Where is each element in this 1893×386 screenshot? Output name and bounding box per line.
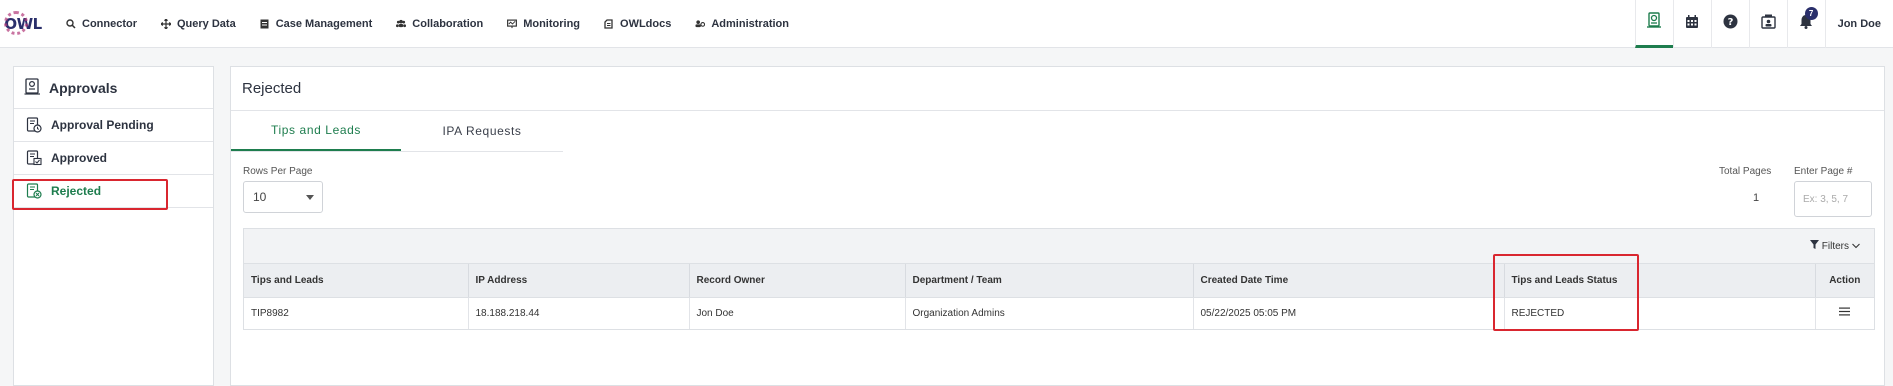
rows-per-page-value: 10: [253, 190, 267, 204]
main-nav: Connector Query Data Case Management Col…: [66, 0, 813, 48]
owl-logo[interactable]: OWL: [0, 0, 46, 48]
filter-bar: Filters: [244, 229, 1874, 264]
column-header: Action: [1815, 264, 1874, 298]
sidebar-item-rejected[interactable]: Rejected: [14, 175, 213, 208]
total-pages-value: 1: [1753, 192, 1760, 204]
move-icon: [161, 18, 171, 29]
nav-label: Case Management: [275, 17, 373, 30]
contacts-button[interactable]: [1748, 0, 1787, 48]
page-title: Rejected: [231, 67, 1884, 111]
nav-monitoring[interactable]: Monitoring: [507, 18, 580, 30]
enter-page-input[interactable]: [1794, 181, 1872, 217]
hamburger-menu-icon[interactable]: [1839, 307, 1851, 319]
column-header[interactable]: Record Owner: [689, 264, 906, 298]
table-row[interactable]: TIP8982 18.188.218.44 Jon Doe Organizati…: [244, 297, 1874, 329]
nav-connector[interactable]: Connector: [66, 18, 137, 30]
approvals-icon: [24, 77, 41, 98]
sidebar-item-approval-pending[interactable]: Approval Pending: [14, 109, 213, 142]
nav-label: Connector: [82, 17, 137, 30]
cell-record-owner: Jon Doe: [689, 297, 906, 329]
cell-tip-id: TIP8982: [244, 297, 469, 329]
total-pages-label: Total Pages: [1719, 166, 1772, 177]
cell-action[interactable]: [1815, 297, 1874, 329]
cell-status: REJECTED: [1504, 297, 1816, 329]
nav-case-management[interactable]: Case Management: [260, 17, 373, 30]
cell-created-date: 05/22/2025 05:05 PM: [1193, 297, 1505, 329]
cell-department: Organization Admins: [905, 297, 1194, 329]
rejected-document-icon: [26, 183, 42, 199]
nav-label: OWLdocs: [620, 17, 672, 30]
tab-ipa-requests[interactable]: IPA Requests: [401, 111, 563, 151]
sidebar-item-label: Approved: [51, 151, 108, 165]
tab-tips-and-leads[interactable]: Tips and Leads: [231, 111, 401, 151]
nav-administration[interactable]: Administration: [695, 18, 789, 30]
tab-bar: Tips and Leads IPA Requests: [231, 111, 563, 152]
funnel-icon: [1809, 240, 1819, 252]
nav-label: Monitoring: [523, 17, 581, 30]
results-table: Tips and Leads IP Address Record Owner D…: [244, 264, 1874, 329]
approvals-sidebar: Approvals Approval Pending Approved Reje…: [13, 66, 214, 386]
table-header-row: Tips and Leads IP Address Record Owner D…: [244, 264, 1874, 298]
column-header[interactable]: Created Date Time: [1193, 264, 1505, 298]
rows-per-page-label: Rows Per Page: [243, 166, 313, 177]
notifications-button[interactable]: 7: [1786, 0, 1825, 48]
document-icon: [604, 18, 614, 29]
search-icon: [66, 18, 76, 29]
nav-collaboration[interactable]: Collaboration: [396, 18, 483, 30]
contacts-icon: [1760, 14, 1776, 34]
notification-badge: 7: [1804, 7, 1818, 20]
user-menu[interactable]: Jon Doe: [1824, 0, 1893, 48]
right-toolbar: ? 7 Jon Doe: [1634, 0, 1893, 48]
sidebar-item-label: Approval Pending: [51, 118, 154, 132]
nav-owldocs[interactable]: OWLdocs: [604, 18, 671, 30]
briefcase-icon: [260, 19, 270, 29]
help-icon: ?: [1723, 14, 1738, 34]
check-document-icon: [26, 150, 42, 166]
column-header[interactable]: Tips and Leads Status: [1504, 264, 1816, 298]
nav-query-data[interactable]: Query Data: [161, 18, 236, 30]
rows-per-page-select[interactable]: 10: [243, 181, 323, 213]
nav-label: Query Data: [177, 17, 236, 30]
chevron-down-icon: [1852, 241, 1860, 252]
admin-icon: [695, 19, 706, 29]
caret-down-icon: [306, 195, 314, 200]
monitor-icon: [507, 18, 518, 29]
sidebar-title: Approvals: [49, 79, 118, 96]
svg-text:?: ?: [1727, 17, 1733, 28]
users-icon: [396, 19, 407, 29]
column-header[interactable]: IP Address: [468, 264, 690, 298]
column-header[interactable]: Tips and Leads: [244, 264, 469, 298]
sidebar-header: Approvals: [14, 67, 213, 109]
calendar-button[interactable]: [1672, 0, 1711, 48]
enter-page-label: Enter Page #: [1794, 166, 1853, 177]
help-button[interactable]: ?: [1710, 0, 1749, 48]
filters-button[interactable]: Filters: [1809, 240, 1860, 252]
calendar-icon: [1685, 14, 1699, 34]
cell-ip-address: 18.188.218.44: [468, 297, 690, 329]
nav-label: Administration: [711, 17, 789, 30]
clock-document-icon: [26, 117, 42, 133]
column-header[interactable]: Department / Team: [905, 264, 1194, 298]
approvals-tool-button[interactable]: [1634, 0, 1673, 48]
top-navbar: OWL Connector Query Data Case Management…: [0, 0, 1893, 48]
filters-label: Filters: [1821, 240, 1849, 252]
nav-label: Collaboration: [412, 17, 484, 30]
main-panel: Rejected Tips and Leads IPA Requests Row…: [230, 66, 1885, 386]
approval-icon: [1646, 12, 1662, 33]
sidebar-item-approved[interactable]: Approved: [14, 142, 213, 175]
results-table-container: Filters Tips and Leads IP Address Record…: [243, 228, 1875, 330]
logo-ring: [4, 10, 28, 35]
sidebar-item-label: Rejected: [51, 184, 102, 198]
